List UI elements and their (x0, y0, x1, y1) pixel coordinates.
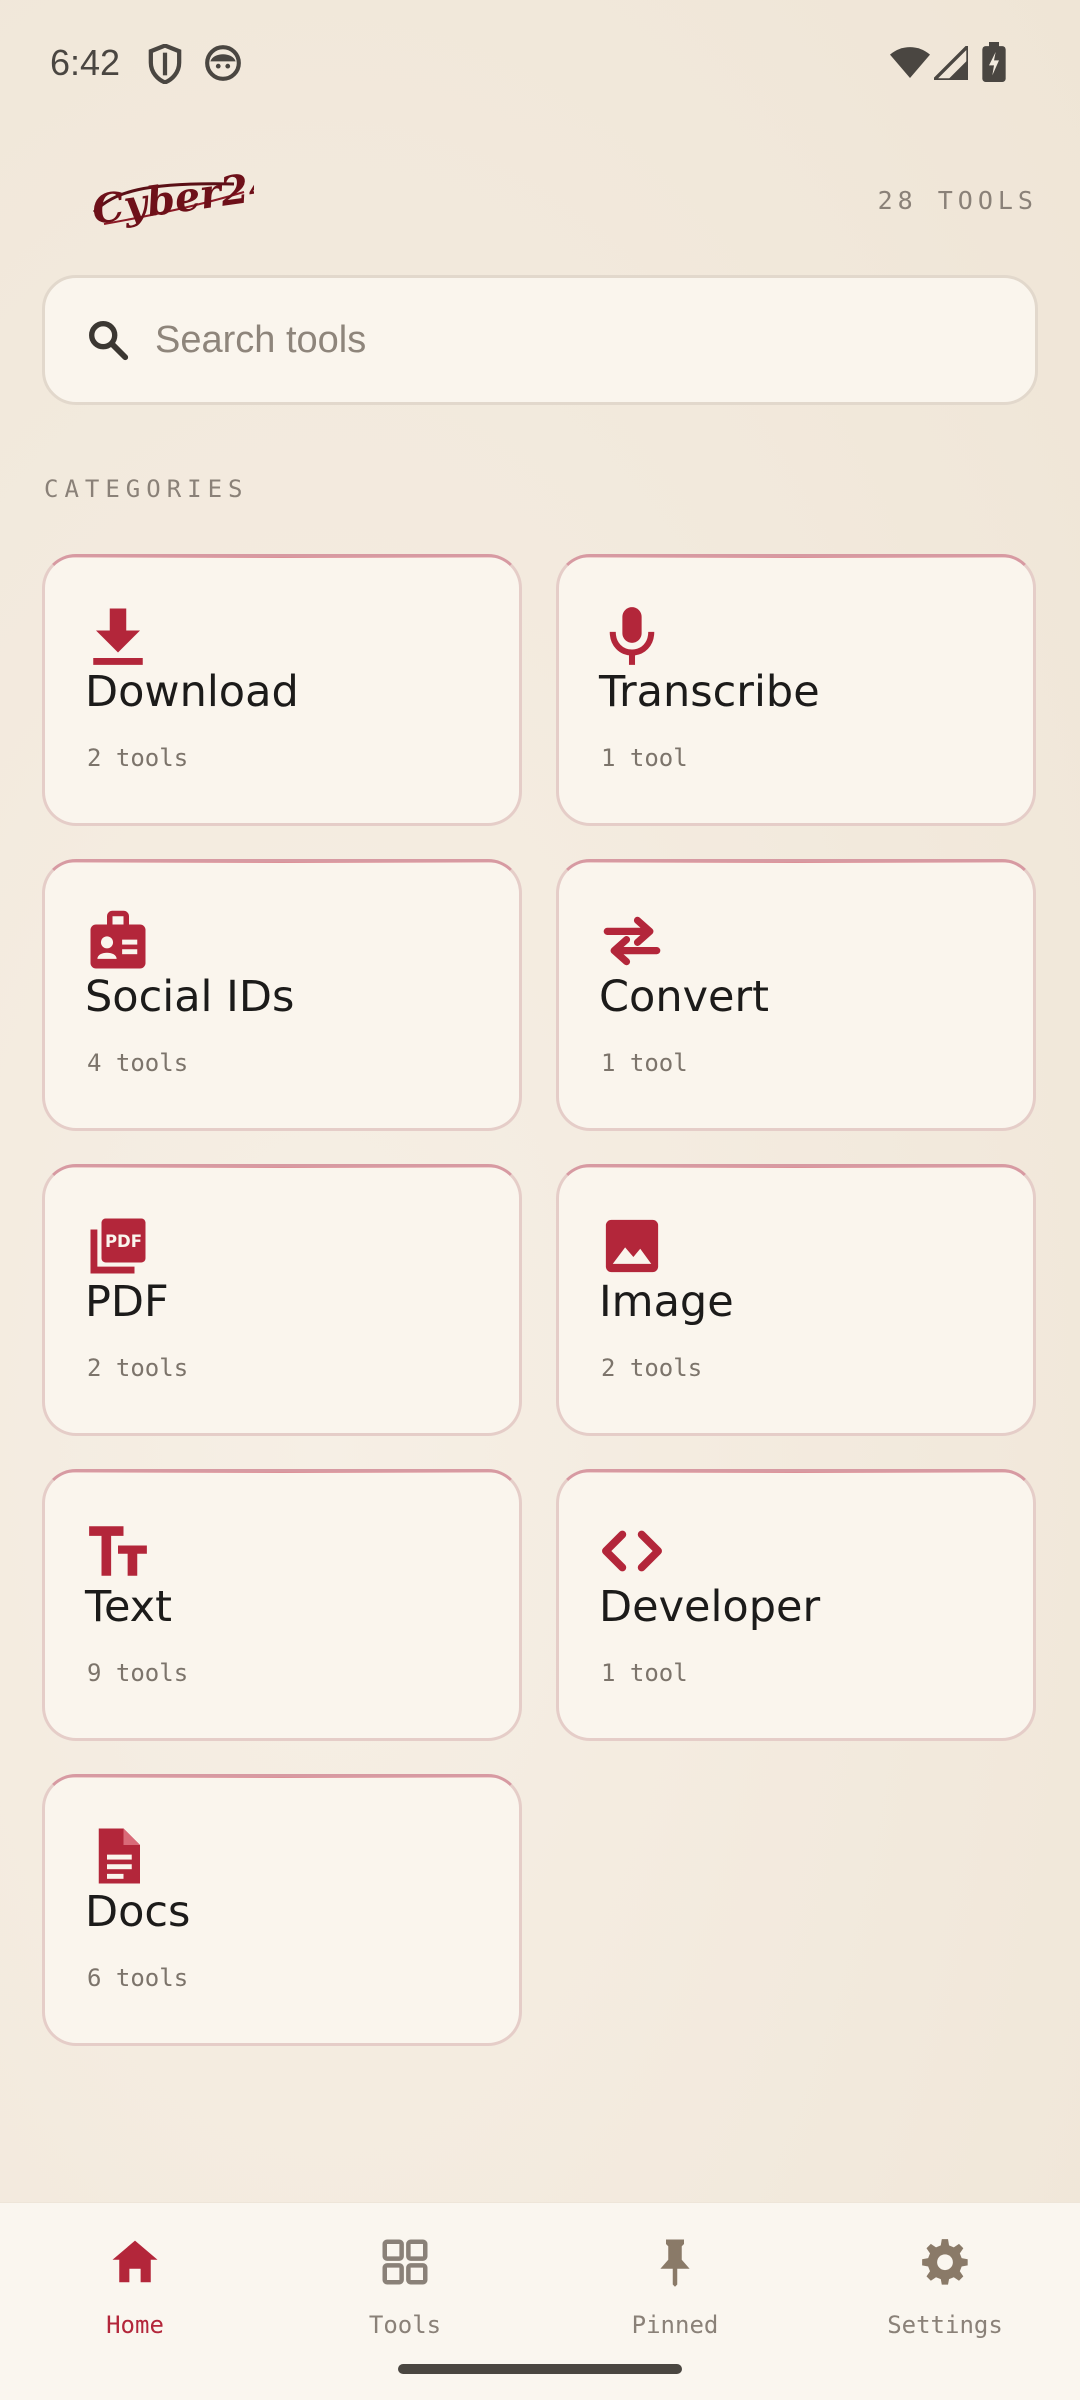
search-bar[interactable] (42, 275, 1038, 405)
category-count: 1 tool (601, 744, 688, 772)
wifi-icon (890, 46, 930, 80)
battery-charging-icon (982, 42, 1006, 82)
gesture-home-indicator[interactable] (398, 2364, 682, 2374)
category-card-docs[interactable]: Docs 6 tools (42, 1774, 522, 2046)
category-title: Transcribe (599, 667, 820, 717)
section-label-categories: CATEGORIES (44, 475, 249, 503)
nav-label: Home (106, 2311, 164, 2339)
tool-count: 28 TOOLS (877, 186, 1038, 215)
gear-icon (845, 2235, 1045, 2289)
category-count: 4 tools (87, 1049, 189, 1077)
nav-tools[interactable]: Tools (305, 2235, 505, 2375)
category-card-pdf[interactable]: PDF PDF 2 tools (42, 1164, 522, 1436)
category-card-download[interactable]: Download 2 tools (42, 554, 522, 826)
shield-icon (148, 44, 182, 84)
android-face-icon (204, 44, 242, 82)
category-count: 9 tools (87, 1659, 189, 1687)
svg-text:PDF: PDF (105, 1232, 142, 1251)
category-title: Social IDs (85, 972, 295, 1022)
category-count: 6 tools (87, 1964, 189, 1992)
category-title: Download (85, 667, 299, 717)
category-count: 2 tools (87, 1354, 189, 1382)
category-card-developer[interactable]: Developer 1 tool (556, 1469, 1036, 1741)
home-icon (35, 2235, 235, 2289)
category-title: Convert (599, 972, 770, 1022)
status-time: 6:42 (50, 42, 121, 83)
category-count: 2 tools (87, 744, 189, 772)
category-count: 2 tools (601, 1354, 703, 1382)
pdf-icon: PDF (85, 1213, 151, 1279)
category-card-image[interactable]: Image 2 tools (556, 1164, 1036, 1436)
nav-home[interactable]: Home (35, 2235, 235, 2375)
category-card-convert[interactable]: Convert 1 tool (556, 859, 1036, 1131)
mic-icon (599, 603, 665, 669)
pin-icon (575, 2235, 775, 2289)
category-count: 1 tool (601, 1049, 688, 1077)
category-card-transcribe[interactable]: Transcribe 1 tool (556, 554, 1036, 826)
category-card-text[interactable]: Text 9 tools (42, 1469, 522, 1741)
category-title: Text (85, 1582, 172, 1632)
app-logo: Cyber24 (84, 161, 279, 238)
nav-label: Pinned (631, 2311, 719, 2339)
nav-settings[interactable]: Settings (845, 2235, 1045, 2375)
image-icon (599, 1213, 665, 1279)
nav-pinned[interactable]: Pinned (575, 2235, 775, 2375)
category-title: Docs (85, 1887, 191, 1937)
signal-icon (934, 46, 968, 80)
badge-icon (85, 908, 151, 974)
category-title: Image (599, 1277, 734, 1327)
code-icon (599, 1518, 665, 1584)
document-icon (85, 1823, 151, 1889)
text-format-icon (85, 1518, 151, 1584)
status-bar: 6:42 (0, 0, 1080, 130)
category-card-social-ids[interactable]: Social IDs 4 tools (42, 859, 522, 1131)
swap-arrows-icon (599, 908, 665, 974)
nav-label: Settings (887, 2311, 1003, 2339)
download-icon (85, 603, 151, 669)
nav-label: Tools (368, 2311, 442, 2339)
grid-icon (305, 2235, 505, 2289)
search-input[interactable] (155, 318, 1035, 362)
category-title: PDF (85, 1277, 169, 1327)
category-title: Developer (599, 1582, 821, 1632)
category-count: 1 tool (601, 1659, 688, 1687)
svg-text:Cyber24: Cyber24 (89, 162, 254, 234)
search-icon (85, 317, 131, 363)
